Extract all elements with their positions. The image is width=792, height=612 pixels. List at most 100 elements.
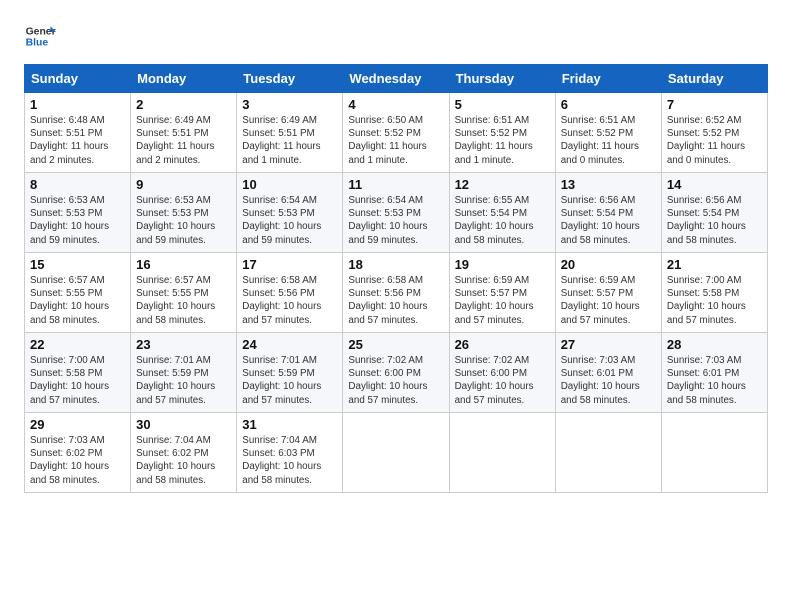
calendar-cell: 25 Sunrise: 7:02 AM Sunset: 6:00 PM Dayl… bbox=[343, 333, 449, 413]
day-info: Sunrise: 7:03 AM Sunset: 6:02 PM Dayligh… bbox=[30, 434, 125, 487]
day-number: 24 bbox=[242, 337, 337, 352]
day-number: 20 bbox=[561, 257, 656, 272]
page-header: General Blue bbox=[24, 20, 768, 52]
col-header-wednesday: Wednesday bbox=[343, 65, 449, 93]
day-number: 2 bbox=[136, 97, 231, 112]
day-info: Sunrise: 7:02 AM Sunset: 6:00 PM Dayligh… bbox=[348, 354, 443, 407]
calendar-cell: 1 Sunrise: 6:48 AM Sunset: 5:51 PM Dayli… bbox=[25, 93, 131, 173]
col-header-thursday: Thursday bbox=[449, 65, 555, 93]
day-info: Sunrise: 6:57 AM Sunset: 5:55 PM Dayligh… bbox=[136, 274, 231, 327]
day-number: 1 bbox=[30, 97, 125, 112]
day-info: Sunrise: 6:57 AM Sunset: 5:55 PM Dayligh… bbox=[30, 274, 125, 327]
day-number: 4 bbox=[348, 97, 443, 112]
calendar-cell bbox=[555, 413, 661, 493]
col-header-monday: Monday bbox=[131, 65, 237, 93]
day-number: 18 bbox=[348, 257, 443, 272]
day-info: Sunrise: 6:51 AM Sunset: 5:52 PM Dayligh… bbox=[455, 114, 550, 167]
calendar-cell: 19 Sunrise: 6:59 AM Sunset: 5:57 PM Dayl… bbox=[449, 253, 555, 333]
col-header-friday: Friday bbox=[555, 65, 661, 93]
day-number: 25 bbox=[348, 337, 443, 352]
day-number: 13 bbox=[561, 177, 656, 192]
calendar-cell: 30 Sunrise: 7:04 AM Sunset: 6:02 PM Dayl… bbox=[131, 413, 237, 493]
calendar-cell: 31 Sunrise: 7:04 AM Sunset: 6:03 PM Dayl… bbox=[237, 413, 343, 493]
day-info: Sunrise: 6:58 AM Sunset: 5:56 PM Dayligh… bbox=[242, 274, 337, 327]
calendar-cell: 18 Sunrise: 6:58 AM Sunset: 5:56 PM Dayl… bbox=[343, 253, 449, 333]
calendar-week-row: 29 Sunrise: 7:03 AM Sunset: 6:02 PM Dayl… bbox=[25, 413, 768, 493]
day-info: Sunrise: 7:04 AM Sunset: 6:03 PM Dayligh… bbox=[242, 434, 337, 487]
day-number: 22 bbox=[30, 337, 125, 352]
day-info: Sunrise: 6:54 AM Sunset: 5:53 PM Dayligh… bbox=[348, 194, 443, 247]
day-info: Sunrise: 6:56 AM Sunset: 5:54 PM Dayligh… bbox=[667, 194, 762, 247]
calendar-cell: 9 Sunrise: 6:53 AM Sunset: 5:53 PM Dayli… bbox=[131, 173, 237, 253]
day-info: Sunrise: 7:00 AM Sunset: 5:58 PM Dayligh… bbox=[667, 274, 762, 327]
day-info: Sunrise: 7:01 AM Sunset: 5:59 PM Dayligh… bbox=[136, 354, 231, 407]
calendar-cell: 20 Sunrise: 6:59 AM Sunset: 5:57 PM Dayl… bbox=[555, 253, 661, 333]
day-number: 8 bbox=[30, 177, 125, 192]
calendar-cell: 29 Sunrise: 7:03 AM Sunset: 6:02 PM Dayl… bbox=[25, 413, 131, 493]
day-number: 11 bbox=[348, 177, 443, 192]
calendar-cell: 7 Sunrise: 6:52 AM Sunset: 5:52 PM Dayli… bbox=[661, 93, 767, 173]
logo: General Blue bbox=[24, 20, 56, 52]
col-header-sunday: Sunday bbox=[25, 65, 131, 93]
calendar-week-row: 8 Sunrise: 6:53 AM Sunset: 5:53 PM Dayli… bbox=[25, 173, 768, 253]
calendar-week-row: 1 Sunrise: 6:48 AM Sunset: 5:51 PM Dayli… bbox=[25, 93, 768, 173]
calendar-cell: 6 Sunrise: 6:51 AM Sunset: 5:52 PM Dayli… bbox=[555, 93, 661, 173]
calendar-cell bbox=[661, 413, 767, 493]
day-number: 16 bbox=[136, 257, 231, 272]
day-number: 3 bbox=[242, 97, 337, 112]
day-info: Sunrise: 6:56 AM Sunset: 5:54 PM Dayligh… bbox=[561, 194, 656, 247]
day-number: 15 bbox=[30, 257, 125, 272]
calendar-cell bbox=[449, 413, 555, 493]
day-info: Sunrise: 6:59 AM Sunset: 5:57 PM Dayligh… bbox=[455, 274, 550, 327]
day-number: 28 bbox=[667, 337, 762, 352]
calendar-cell: 14 Sunrise: 6:56 AM Sunset: 5:54 PM Dayl… bbox=[661, 173, 767, 253]
calendar-cell: 22 Sunrise: 7:00 AM Sunset: 5:58 PM Dayl… bbox=[25, 333, 131, 413]
day-info: Sunrise: 6:53 AM Sunset: 5:53 PM Dayligh… bbox=[30, 194, 125, 247]
calendar-week-row: 22 Sunrise: 7:00 AM Sunset: 5:58 PM Dayl… bbox=[25, 333, 768, 413]
day-info: Sunrise: 6:52 AM Sunset: 5:52 PM Dayligh… bbox=[667, 114, 762, 167]
calendar-cell: 3 Sunrise: 6:49 AM Sunset: 5:51 PM Dayli… bbox=[237, 93, 343, 173]
day-info: Sunrise: 6:51 AM Sunset: 5:52 PM Dayligh… bbox=[561, 114, 656, 167]
day-number: 26 bbox=[455, 337, 550, 352]
day-info: Sunrise: 6:54 AM Sunset: 5:53 PM Dayligh… bbox=[242, 194, 337, 247]
day-info: Sunrise: 6:58 AM Sunset: 5:56 PM Dayligh… bbox=[348, 274, 443, 327]
day-info: Sunrise: 6:48 AM Sunset: 5:51 PM Dayligh… bbox=[30, 114, 125, 167]
calendar-cell: 5 Sunrise: 6:51 AM Sunset: 5:52 PM Dayli… bbox=[449, 93, 555, 173]
day-info: Sunrise: 7:00 AM Sunset: 5:58 PM Dayligh… bbox=[30, 354, 125, 407]
calendar-cell: 27 Sunrise: 7:03 AM Sunset: 6:01 PM Dayl… bbox=[555, 333, 661, 413]
day-info: Sunrise: 6:59 AM Sunset: 5:57 PM Dayligh… bbox=[561, 274, 656, 327]
day-info: Sunrise: 7:03 AM Sunset: 6:01 PM Dayligh… bbox=[561, 354, 656, 407]
calendar-cell: 4 Sunrise: 6:50 AM Sunset: 5:52 PM Dayli… bbox=[343, 93, 449, 173]
calendar-cell: 24 Sunrise: 7:01 AM Sunset: 5:59 PM Dayl… bbox=[237, 333, 343, 413]
calendar-cell: 16 Sunrise: 6:57 AM Sunset: 5:55 PM Dayl… bbox=[131, 253, 237, 333]
day-number: 7 bbox=[667, 97, 762, 112]
day-info: Sunrise: 7:04 AM Sunset: 6:02 PM Dayligh… bbox=[136, 434, 231, 487]
day-number: 30 bbox=[136, 417, 231, 432]
day-number: 27 bbox=[561, 337, 656, 352]
calendar-cell: 2 Sunrise: 6:49 AM Sunset: 5:51 PM Dayli… bbox=[131, 93, 237, 173]
col-header-saturday: Saturday bbox=[661, 65, 767, 93]
calendar-cell: 23 Sunrise: 7:01 AM Sunset: 5:59 PM Dayl… bbox=[131, 333, 237, 413]
col-header-tuesday: Tuesday bbox=[237, 65, 343, 93]
day-info: Sunrise: 6:49 AM Sunset: 5:51 PM Dayligh… bbox=[242, 114, 337, 167]
calendar-cell: 11 Sunrise: 6:54 AM Sunset: 5:53 PM Dayl… bbox=[343, 173, 449, 253]
day-info: Sunrise: 7:03 AM Sunset: 6:01 PM Dayligh… bbox=[667, 354, 762, 407]
day-number: 23 bbox=[136, 337, 231, 352]
day-info: Sunrise: 6:55 AM Sunset: 5:54 PM Dayligh… bbox=[455, 194, 550, 247]
day-number: 10 bbox=[242, 177, 337, 192]
calendar-cell: 13 Sunrise: 6:56 AM Sunset: 5:54 PM Dayl… bbox=[555, 173, 661, 253]
day-info: Sunrise: 6:50 AM Sunset: 5:52 PM Dayligh… bbox=[348, 114, 443, 167]
day-number: 19 bbox=[455, 257, 550, 272]
day-number: 31 bbox=[242, 417, 337, 432]
svg-text:Blue: Blue bbox=[26, 38, 49, 49]
calendar-week-row: 15 Sunrise: 6:57 AM Sunset: 5:55 PM Dayl… bbox=[25, 253, 768, 333]
day-number: 14 bbox=[667, 177, 762, 192]
calendar-cell bbox=[343, 413, 449, 493]
header-row: SundayMondayTuesdayWednesdayThursdayFrid… bbox=[25, 65, 768, 93]
day-number: 9 bbox=[136, 177, 231, 192]
calendar-cell: 17 Sunrise: 6:58 AM Sunset: 5:56 PM Dayl… bbox=[237, 253, 343, 333]
calendar-cell: 21 Sunrise: 7:00 AM Sunset: 5:58 PM Dayl… bbox=[661, 253, 767, 333]
calendar-cell: 28 Sunrise: 7:03 AM Sunset: 6:01 PM Dayl… bbox=[661, 333, 767, 413]
day-info: Sunrise: 7:02 AM Sunset: 6:00 PM Dayligh… bbox=[455, 354, 550, 407]
calendar-cell: 10 Sunrise: 6:54 AM Sunset: 5:53 PM Dayl… bbox=[237, 173, 343, 253]
